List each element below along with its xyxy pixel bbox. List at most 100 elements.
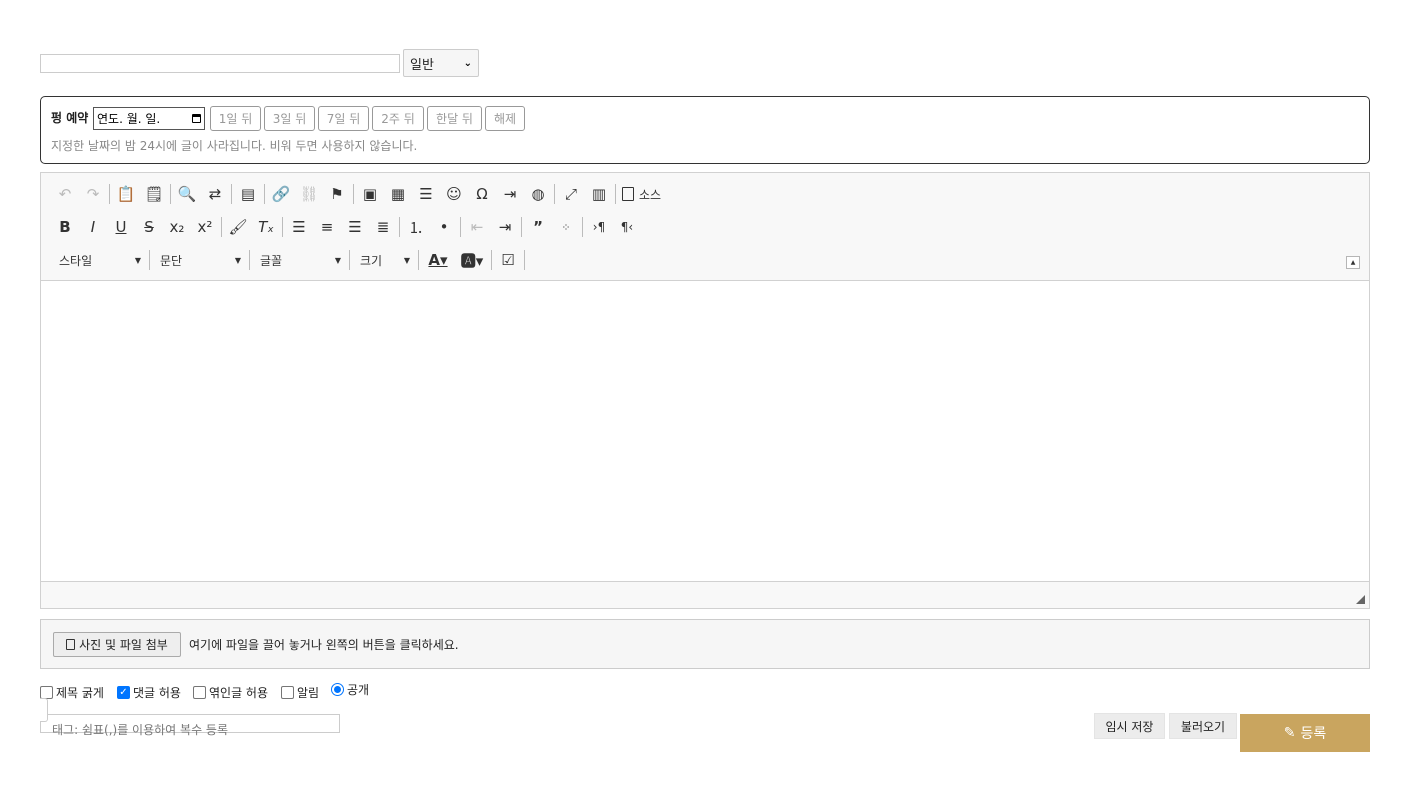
rtl-icon[interactable]: ¶‹ [613,213,641,241]
paste-icon[interactable]: 📋 [112,180,140,208]
redo-icon[interactable]: ↷ [79,180,107,208]
reserve-clear-button[interactable]: 해제 [485,106,525,131]
create-div-icon[interactable]: ⁘ [552,213,580,241]
allow-trackback-label: 엮인글 허용 [209,686,269,700]
checkbox-icon[interactable]: ☑ [494,246,522,274]
strike-icon[interactable]: S [135,213,163,241]
reserve-1month-button[interactable]: 한달 뒤 [427,106,482,131]
remove-format-icon[interactable]: Tₓ [252,213,280,241]
pencil-icon: ✎ [1283,725,1296,741]
temp-save-button[interactable]: 임시 저장 [1094,713,1165,739]
notify-checkbox[interactable] [281,686,294,699]
title-input[interactable] [40,54,400,73]
tag-placeholder: 태그: 쉼표(,)를 이용하여 복수 등록 [52,723,228,737]
find-icon[interactable]: 🔍 [173,180,201,208]
date-placeholder: 연도. 월. 일. [97,112,161,126]
image-icon[interactable]: ▣ [356,180,384,208]
file-attach-panel: 사진 및 파일 첨부 여기에 파일을 끌어 놓거나 왼쪽의 버튼을 클릭하세요. [40,619,1370,669]
resize-handle-icon[interactable] [1356,595,1365,604]
link-icon[interactable]: 🔗 [267,180,295,208]
file-icon [66,639,76,650]
load-draft-button[interactable]: 불러오기 [1169,713,1237,739]
reservation-hint: 지정한 날짜의 밤 24시에 글이 사라집니다. 비워 두면 사용하지 않습니다… [51,139,418,153]
notify-option[interactable]: 알림 [281,684,319,701]
undo-icon[interactable]: ↶ [51,180,79,208]
attach-button-label: 사진 및 파일 첨부 [79,638,168,652]
source-icon [622,187,634,201]
caret-down-icon: ▼ [334,255,341,265]
bg-color-icon[interactable]: 🅰▾ [455,246,489,274]
align-left-icon[interactable]: ☰ [285,213,313,241]
unlink-icon[interactable]: ⛓ [295,180,323,208]
bold-icon[interactable]: B [51,213,79,241]
category-select[interactable]: 일반 ⌄ [403,49,479,77]
source-label: 소스 [639,187,662,202]
reserve-7day-button[interactable]: 7일 뒤 [318,106,369,131]
bold-title-option[interactable]: 제목 굵게 [40,684,104,701]
submit-label: 등록 [1300,726,1327,742]
paste-word-icon[interactable]: 🗒 [140,180,168,208]
caret-down-icon: ▼ [134,255,141,265]
indent-icon[interactable]: ⇥ [491,213,519,241]
anchor-icon[interactable]: ⚑ [323,180,351,208]
text-color-icon[interactable]: A▾ [421,246,455,274]
outdent-icon[interactable]: ⇤ [463,213,491,241]
replace-icon[interactable]: ⇄ [201,180,229,208]
allow-comments-option[interactable]: ✓ 댓글 허용 [117,684,181,701]
reserve-3day-button[interactable]: 3일 뒤 [264,106,315,131]
style-combo[interactable]: 스타일 ▼ [51,248,147,272]
editor-toolbar: ↶ ↷ 📋 🗒 🔍 ⇄ ▤ 🔗 ⛓ ⚑ ▣ ▦ ☰ ☺ Ω ⇥ ◍ ⤢ ▥ 소스… [41,173,1369,281]
font-combo[interactable]: 글꼴 ▼ [252,248,347,272]
attach-file-button[interactable]: 사진 및 파일 첨부 [53,632,181,657]
smiley-icon[interactable]: ☺ [440,180,468,208]
attach-hint: 여기에 파일을 끌어 놓거나 왼쪽의 버튼을 클릭하세요. [189,638,459,652]
show-blocks-icon[interactable]: ▥ [585,180,613,208]
allow-trackback-option[interactable]: 엮인글 허용 [193,684,268,701]
tag-tab-handle [40,698,48,722]
template-icon[interactable]: ▤ [234,180,262,208]
public-label: 공개 [347,683,370,697]
horizontal-line-icon[interactable]: ☰ [412,180,440,208]
toolbar-collapse-button[interactable]: ▲ [1346,256,1360,269]
paragraph-combo-label: 문단 [160,253,183,268]
allow-trackback-checkbox[interactable] [193,686,206,699]
public-option[interactable]: 공개 [331,681,369,698]
size-combo[interactable]: 크기 ▼ [352,248,416,272]
italic-icon[interactable]: I [79,213,107,241]
font-combo-label: 글꼴 [260,253,283,268]
iframe-icon[interactable]: ◍ [524,180,552,208]
reservation-date-input[interactable]: 연도. 월. 일. [93,107,205,130]
justify-icon[interactable]: ≣ [369,213,397,241]
paragraph-combo[interactable]: 문단 ▼ [152,248,247,272]
ltr-icon[interactable]: ›¶ [585,213,613,241]
submit-button[interactable]: ✎ 등록 [1240,714,1370,752]
blockquote-icon[interactable]: ” [524,213,552,241]
copy-format-icon[interactable]: 🖌 [224,213,252,241]
reserve-2week-button[interactable]: 2주 뒤 [372,106,424,131]
toolbar-row-3: 스타일 ▼ 문단 ▼ 글꼴 ▼ 크기 ▼ A▾ 🅰▾ ☑ [51,246,527,274]
numbered-list-icon[interactable]: ⒈ [402,213,430,241]
underline-icon[interactable]: U [107,213,135,241]
align-right-icon[interactable]: ☰ [341,213,369,241]
caret-down-icon: ▼ [403,255,410,265]
reservation-label: 펑 예약 [51,111,89,125]
page-break-icon[interactable]: ⇥ [496,180,524,208]
public-radio[interactable] [331,683,344,696]
maximize-icon[interactable]: ⤢ [557,180,585,208]
reservation-panel: 펑 예약 연도. 월. 일. 1일 뒤 3일 뒤 7일 뒤 2주 뒤 한달 뒤 … [40,96,1370,164]
allow-comments-checkbox[interactable]: ✓ [117,686,130,699]
reserve-1day-button[interactable]: 1일 뒤 [210,106,261,131]
category-selected-label: 일반 [410,57,434,73]
chevron-down-icon: ⌄ [463,57,472,69]
source-button[interactable]: 소스 [618,186,665,203]
toolbar-row-2: B I U S x₂ x² 🖌 Tₓ ☰ ≡ ☰ ≣ ⒈ • ⇤ ⇥ ” ⁘ ›… [51,213,641,241]
allow-comments-label: 댓글 허용 [133,686,181,700]
bulleted-list-icon[interactable]: • [430,213,458,241]
editor-content-area[interactable] [41,281,1369,582]
subscript-icon[interactable]: x₂ [163,213,191,241]
align-center-icon[interactable]: ≡ [313,213,341,241]
special-char-icon[interactable]: Ω [468,180,496,208]
table-icon[interactable]: ▦ [384,180,412,208]
superscript-icon[interactable]: x² [191,213,219,241]
calendar-icon[interactable] [192,114,201,123]
